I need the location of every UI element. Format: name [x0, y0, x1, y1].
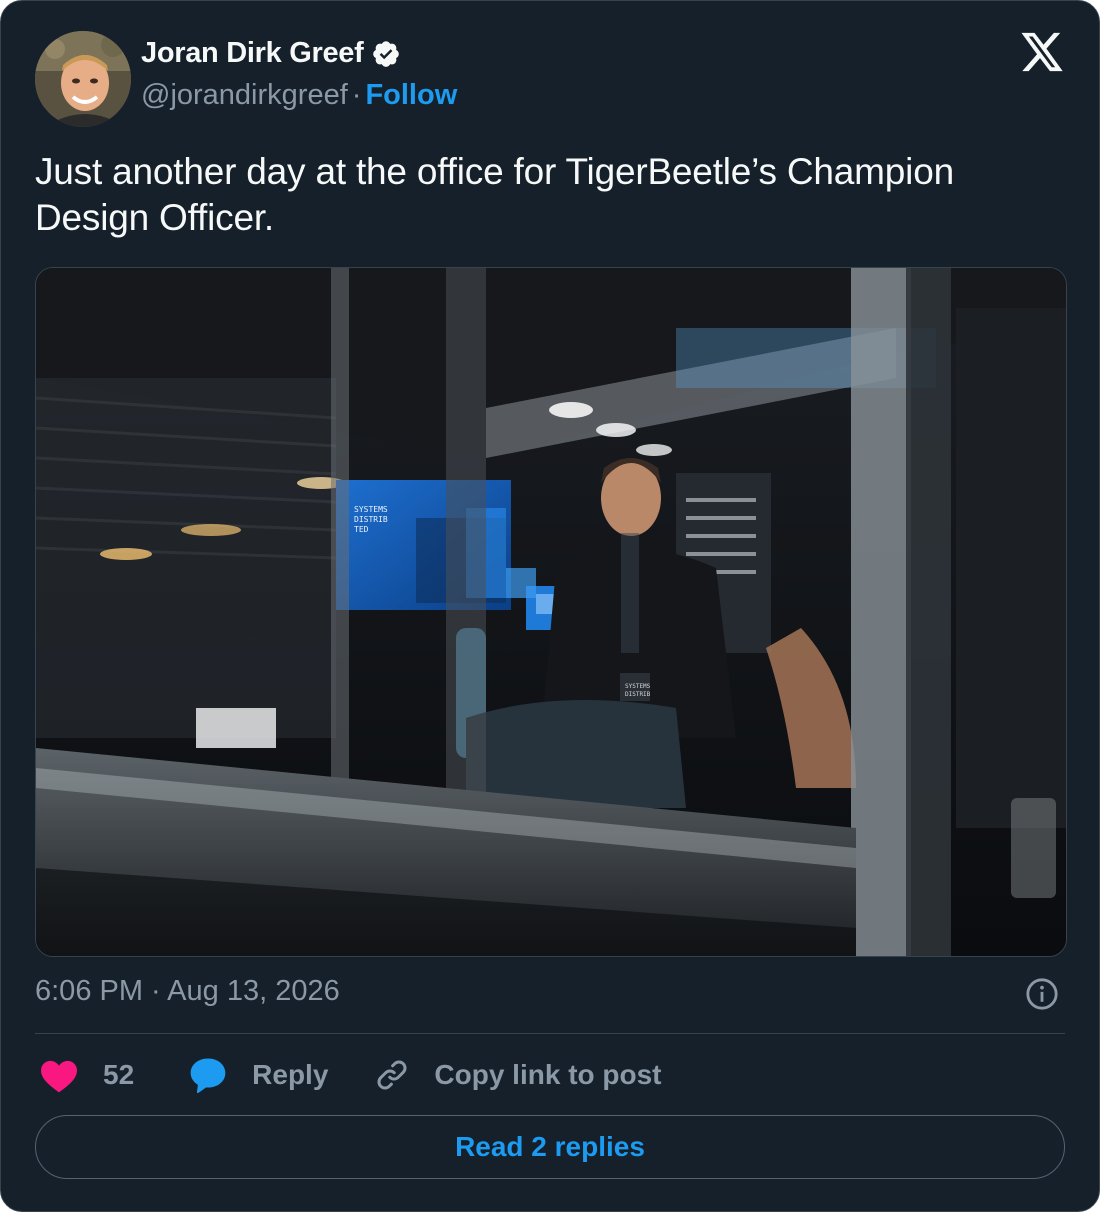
post-text: Just another day at the office for Tiger… [35, 151, 954, 238]
copy-link-label: Copy link to post [434, 1059, 662, 1090]
screen-text-line-2: DISTRIB [354, 515, 388, 524]
badge-text-line-1: SYSTEMS [625, 683, 651, 690]
post-timestamp[interactable]: 6:06 PM · Aug 13, 2026 [35, 975, 340, 1008]
avatar[interactable] [35, 31, 131, 127]
action-bar: 52 Reply Copy link to post [39, 1053, 662, 1097]
reply-button[interactable]: Reply [188, 1056, 374, 1094]
like-count: 52 [103, 1059, 135, 1090]
embedded-post-card: Joran Dirk Greef @jorandirkgreef · Follow … [0, 0, 1100, 1212]
author-display-name[interactable]: Joran Dirk Greef [141, 37, 364, 70]
screen-text-line-1: SYSTEMS [354, 505, 388, 514]
follow-button[interactable]: Follow [365, 79, 457, 111]
badge-text-line-2: DISTRIB [625, 691, 651, 698]
copy-link-button[interactable]: Copy link to post [374, 1057, 662, 1093]
verified-icon [371, 39, 401, 69]
author-name-row[interactable]: Joran Dirk Greef [141, 37, 401, 70]
x-logo-icon[interactable] [1019, 31, 1065, 73]
post-photo[interactable]: SYSTEMS DISTRIB TED SYSTEMS DISTRIB [35, 267, 1067, 957]
reply-bubble-icon [188, 1056, 228, 1094]
reply-label: Reply [252, 1059, 329, 1090]
handle-row: @jorandirkgreef · Follow [141, 79, 457, 112]
read-replies-button[interactable]: Read 2 replies [35, 1115, 1065, 1179]
screen-text-line-3: TED [354, 525, 369, 534]
link-icon [374, 1057, 410, 1093]
heart-icon [39, 1057, 79, 1093]
separator-dot: · [351, 79, 362, 111]
like-button[interactable]: 52 [39, 1057, 188, 1093]
divider [35, 1033, 1065, 1034]
author-handle[interactable]: @jorandirkgreef [141, 79, 348, 111]
info-icon[interactable] [1025, 977, 1059, 1011]
